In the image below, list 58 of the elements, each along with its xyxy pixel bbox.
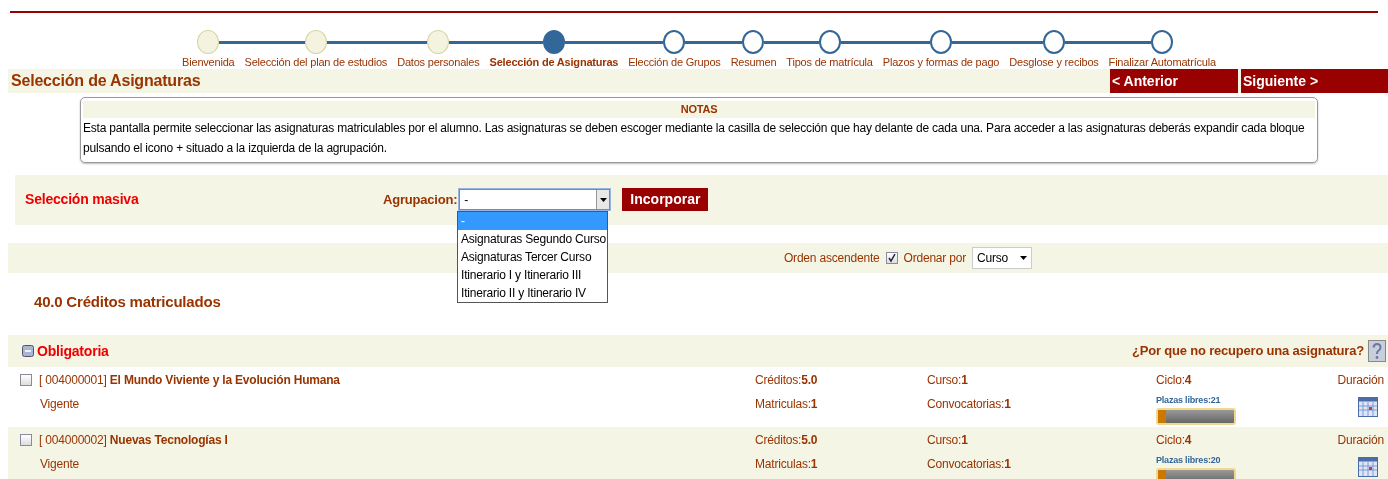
- dropdown-option[interactable]: Asignaturas Tercer Curso: [458, 247, 607, 266]
- caret-icon: [1020, 255, 1027, 260]
- step-label: Finalizar Automatrícula: [1107, 56, 1217, 69]
- enrollments-text: Matriculas:1: [755, 396, 819, 413]
- section-title: Selección masiva: [24, 190, 140, 209]
- dropdown-option[interactable]: Itinerario I y Itinerario III: [458, 265, 607, 284]
- credits-text: Créditos:5.0: [755, 432, 819, 449]
- group-title: Obligatoria: [37, 341, 110, 361]
- grouping-dropdown[interactable]: -: [459, 189, 611, 210]
- cycle-text: Ciclo:4: [1156, 372, 1193, 389]
- subject-name[interactable]: Nuevas Tecnologías I: [109, 433, 228, 447]
- sort-dropdown[interactable]: Curso: [972, 246, 1032, 269]
- calendar-icon[interactable]: [1358, 455, 1378, 477]
- ascending-checkbox[interactable]: [885, 251, 898, 264]
- add-button[interactable]: Incorporar: [622, 188, 709, 211]
- course-text: Curso:1: [927, 432, 969, 449]
- caret-icon: [599, 197, 607, 202]
- step-label: Datos personales: [396, 56, 481, 69]
- calendar-icon[interactable]: [1358, 395, 1378, 417]
- notes-title: NOTAS: [83, 101, 1315, 118]
- step-label: Plazos y formas de pago: [881, 56, 1001, 69]
- enrollments-text: Matriculas:1: [755, 456, 819, 473]
- subject-name[interactable]: El Mundo Viviente y la Evolución Humana: [109, 373, 340, 387]
- status-text: Vigente: [40, 396, 80, 413]
- help-icon[interactable]: [1368, 340, 1386, 362]
- subject-checkbox[interactable]: [20, 374, 32, 386]
- subject-code: [ 004000001]: [39, 373, 107, 387]
- page-title: Selección de Asignaturas: [10, 71, 202, 91]
- dropdown-option[interactable]: Itinerario II y Itinerario IV: [458, 283, 607, 302]
- checkbox-label: Orden ascendente: [783, 249, 880, 267]
- dropdown-option[interactable]: Asignaturas Segundo Curso: [458, 229, 607, 248]
- places-label: Plazas libres:20: [1156, 455, 1222, 466]
- step-label: Resumen: [729, 56, 778, 69]
- step-label: Desglose y recibos: [1008, 56, 1100, 69]
- duration-label: Duración: [1337, 372, 1384, 389]
- subject-code: [ 004000002]: [39, 433, 107, 447]
- field-label: Agrupacion:: [383, 190, 458, 209]
- notes-text: Esta pantalla permite seleccionar las asignaturas matriculables por el alumno. Las asignaturas se deben escoger mediante la casilla de selección que hay delante de cada una. Para acceder a las asignaturas deberás expandir cada bloque pulsando el icono + situado a la izquierda de la agrupación.: [83, 119, 1306, 157]
- next-button[interactable]: Siguiente >: [1241, 69, 1388, 93]
- course-text: Curso:1: [927, 372, 969, 389]
- cycle-text: Ciclo:4: [1156, 432, 1193, 449]
- places-label: Plazas libres:21: [1156, 395, 1222, 406]
- help-link[interactable]: ¿Por que no recupero una asignatura?: [1132, 341, 1364, 361]
- previous-button[interactable]: < Anterior: [1110, 69, 1238, 93]
- step-label: Tipos de matrícula: [785, 56, 874, 69]
- subject-checkbox[interactable]: [20, 434, 32, 446]
- calls-text: Convocatorias:1: [927, 456, 1012, 473]
- status-text: Vigente: [40, 456, 80, 473]
- credits-text: Créditos:5.0: [755, 372, 819, 389]
- credits-total: 40.0 Créditos matriculados: [34, 291, 221, 312]
- calls-text: Convocatorias:1: [927, 396, 1012, 413]
- step-label: Selección de Asignaturas: [488, 56, 620, 69]
- step-label: Elección de Grupos: [627, 56, 722, 69]
- field-label: Ordenar por: [903, 249, 966, 267]
- duration-label: Duración: [1337, 432, 1384, 449]
- step-label: Bienvenida: [181, 56, 236, 69]
- collapse-icon[interactable]: [22, 345, 34, 357]
- step-label: Selección del plan de estudios: [243, 56, 389, 69]
